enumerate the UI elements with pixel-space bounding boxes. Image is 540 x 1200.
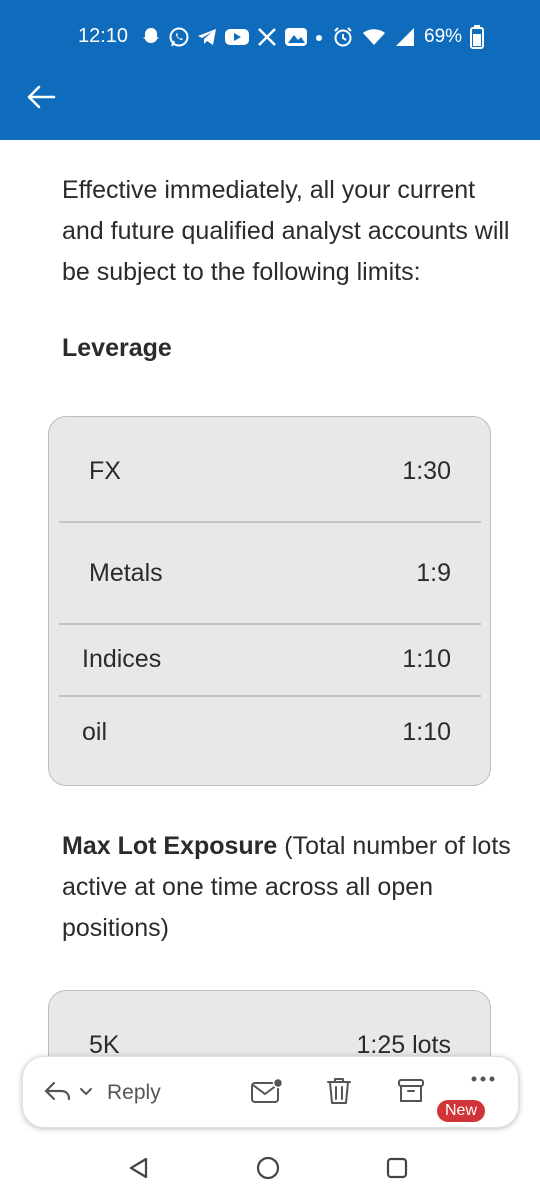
mail-unread-icon [250, 1077, 284, 1110]
row-label: Metals [89, 559, 163, 587]
system-icons: 69% [332, 24, 492, 50]
reply-button[interactable]: Reply [43, 1057, 193, 1129]
battery-percent: 69% [424, 26, 463, 47]
back-button[interactable] [22, 80, 60, 118]
max-lot-heading: Max Lot Exposure (Total number of lots a… [62, 826, 520, 949]
row-label: FX [89, 457, 121, 485]
alarm-icon [332, 26, 354, 48]
reply-label: Reply [107, 1081, 161, 1104]
telegram-icon [196, 26, 218, 48]
nav-home-button[interactable] [250, 1152, 286, 1188]
snapchat-icon [140, 26, 162, 48]
row-value: 1:10 [402, 645, 451, 673]
battery-icon [470, 25, 485, 49]
row-value: 1:10 [402, 718, 451, 746]
circle-home-icon [255, 1155, 281, 1186]
status-bar: 12:10 69% [0, 0, 540, 72]
app-bar: 12:10 69% [0, 0, 540, 140]
leverage-heading: Leverage [62, 334, 172, 362]
whatsapp-icon [168, 26, 190, 48]
system-nav-bar [0, 1134, 540, 1200]
wifi-icon [362, 27, 386, 47]
archive-icon [397, 1077, 425, 1110]
email-intro: Effective immediately, all your current … [62, 176, 510, 286]
signal-icon [394, 27, 416, 47]
archive-button[interactable] [389, 1057, 433, 1129]
mark-unread-button[interactable] [245, 1057, 289, 1129]
row-value: 1:9 [416, 559, 451, 587]
photos-icon [284, 26, 308, 48]
square-recents-icon [385, 1156, 409, 1185]
row-divider [59, 695, 481, 697]
leverage-table: FX 1:30 Metals 1:9 Indices 1:10 oil 1:10 [48, 416, 491, 786]
more-dots-icon [470, 1070, 496, 1088]
more-options-button[interactable] [459, 1057, 507, 1101]
max-lot-heading-bold: Max Lot Exposure [62, 832, 278, 860]
row-label: oil [82, 718, 108, 746]
triangle-back-icon [127, 1156, 151, 1185]
x-icon [256, 26, 278, 48]
chevron-down-icon [79, 1084, 93, 1102]
dot-icon [314, 26, 324, 48]
arrow-left-icon [26, 84, 56, 115]
trash-icon [325, 1076, 353, 1111]
row-value: 1:30 [402, 457, 451, 485]
nav-recents-button[interactable] [379, 1152, 415, 1188]
nav-back-button[interactable] [121, 1152, 157, 1188]
new-badge: New [437, 1100, 485, 1122]
notification-icons [140, 24, 330, 50]
status-time: 12:10 [78, 25, 129, 47]
row-divider [59, 521, 481, 523]
delete-button[interactable] [317, 1057, 361, 1129]
row-divider [59, 623, 481, 625]
row-label: Indices [82, 645, 162, 673]
reply-icon [43, 1079, 73, 1108]
youtube-icon [224, 27, 250, 47]
